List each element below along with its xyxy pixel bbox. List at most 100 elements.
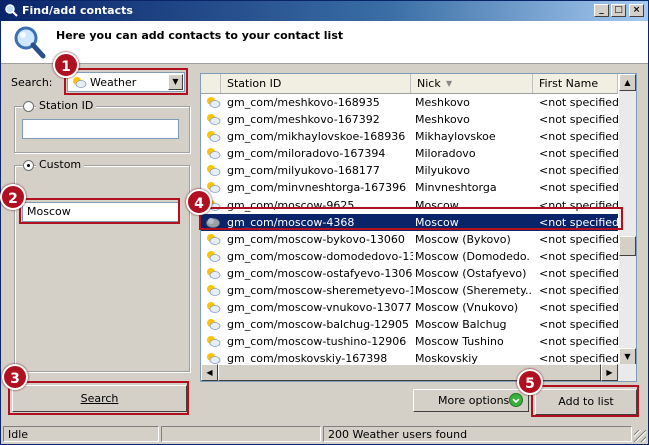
nick-cell: Mikhaylovskoe	[415, 130, 496, 144]
status-state: Idle	[3, 426, 159, 442]
column-icon-header[interactable]	[201, 74, 221, 93]
horizontal-scrollbar[interactable]: ◀ ▶	[201, 364, 636, 381]
list-header: Station ID Nick ▼ First Name	[201, 74, 618, 94]
search-label: Search:	[11, 76, 53, 89]
weather-icon	[205, 163, 221, 177]
list-item[interactable]: gm_com/moscow-balchug-12905 Moscow Balchu…	[201, 316, 619, 333]
first-name-cell: <not specified>	[539, 215, 619, 229]
add-to-list-button[interactable]: Add to list	[535, 389, 637, 415]
nick-cell: Moscow (Bykovo)	[415, 232, 511, 246]
list-item[interactable]: gm_com/meshkovo-167392 Meshkovo <not speci…	[201, 111, 619, 128]
results-list[interactable]: Station ID Nick ▼ First Name gm_com/meshk…	[200, 73, 637, 382]
weather-icon	[205, 95, 221, 109]
custom-search-input[interactable]: Moscow	[22, 202, 179, 222]
scroll-left-button[interactable]: ◀	[201, 364, 218, 381]
column-first-name[interactable]: First Name	[533, 74, 618, 93]
nick-cell: Moscow Tushino	[415, 335, 504, 349]
first-name-cell: <not specified>	[539, 130, 619, 144]
station-id-cell: gm_com/moscow-balchug-12905	[227, 318, 410, 332]
nick-cell: Miloradovo	[415, 147, 476, 161]
list-item[interactable]: gm_com/milyukovo-168177 Milyukovo <not spe…	[201, 162, 619, 179]
column-nick-label: Nick	[417, 77, 441, 90]
first-name-cell: <not specified>	[539, 147, 619, 161]
status-bar: Idle 200 Weather users found	[1, 424, 648, 444]
list-item[interactable]: gm_com/moscow-9625 Moscow <not specified>	[201, 197, 619, 214]
first-name-cell: <not specified>	[539, 284, 619, 298]
station-id-cell: gm_com/moscow-tushino-12906	[227, 335, 407, 349]
weather-icon	[205, 112, 221, 126]
vertical-scrollbar[interactable]: ▲ ▼	[619, 74, 636, 365]
first-name-cell: <not specified>	[539, 113, 619, 127]
list-item[interactable]: gm_com/moscow-domodedovo-13... Moscow (Do…	[201, 248, 619, 265]
station-id-cell: gm_com/moscow-4368	[227, 215, 355, 229]
callout-badge-4: 4	[186, 189, 212, 215]
sort-descending-icon: ▼	[446, 79, 453, 88]
header-banner: Here you can add contacts to your contac…	[1, 21, 648, 64]
more-options-button[interactable]: More options	[413, 389, 529, 412]
first-name-cell: <not specified>	[539, 301, 619, 315]
scroll-right-button[interactable]: ▶	[601, 364, 618, 381]
scroll-thumb[interactable]	[619, 236, 636, 256]
list-item[interactable]: gm_com/meshkovo-168935 Meshkovo <not speci…	[201, 94, 619, 111]
first-name-cell: <not specified>	[539, 335, 619, 349]
station-id-cell: gm_com/moscow-vnukovo-13077	[227, 301, 412, 315]
scroll-up-button[interactable]: ▲	[619, 74, 636, 91]
scroll-down-button[interactable]: ▼	[619, 348, 636, 365]
first-name-cell: <not specified>	[539, 318, 619, 332]
horizontal-scroll-thumb[interactable]	[218, 364, 601, 381]
minimize-button[interactable]: _	[594, 4, 609, 17]
list-item[interactable]: gm_com/moscow-tushino-12906 Moscow Tushin…	[201, 333, 619, 350]
station-id-radio[interactable]	[23, 101, 34, 112]
nick-cell: Minvneshtorga	[415, 181, 497, 195]
protocol-value: Weather	[90, 76, 137, 89]
custom-label: Custom	[36, 158, 85, 171]
first-name-cell: <not specified>	[539, 249, 619, 263]
station-id-label: Station ID	[36, 99, 97, 112]
station-id-cell: gm_com/moscow-ostafyevo-13069	[227, 266, 413, 280]
magnifier-icon	[14, 26, 46, 59]
callout-badge-3: 3	[2, 364, 28, 390]
nick-cell: Moscow (Ostafyevo)	[415, 266, 527, 280]
list-item[interactable]: gm_com/moscow-bykovo-13060 Moscow (Bykovo…	[201, 231, 619, 248]
station-id-cell: gm_com/moscow-9625	[227, 198, 355, 212]
list-rows: gm_com/meshkovo-168935 Meshkovo <not speci…	[201, 94, 619, 368]
station-id-cell: gm_com/milyukovo-168177	[227, 164, 380, 178]
maximize-button[interactable]: □	[611, 4, 626, 17]
nick-cell: Moscow (Sheremety...	[415, 284, 531, 298]
search-icon	[5, 4, 18, 17]
status-middle	[161, 426, 321, 442]
list-item[interactable]: gm_com/minvneshtorga-167396 Minvneshtorga…	[201, 179, 619, 196]
column-nick[interactable]: Nick ▼	[411, 74, 533, 93]
station-id-input[interactable]	[22, 119, 179, 139]
weather-icon	[205, 317, 221, 331]
search-button[interactable]: Search	[12, 385, 187, 412]
first-name-cell: <not specified>	[539, 266, 619, 280]
resize-grip-icon[interactable]	[634, 430, 646, 442]
nick-cell: Moscow	[415, 198, 459, 212]
chevron-down-icon[interactable]: ▼	[168, 74, 183, 90]
weather-icon	[205, 300, 221, 314]
list-item[interactable]: gm_com/moscow-ostafyevo-13069 Moscow (Ost…	[201, 265, 619, 282]
nick-cell: Moscow Balchug	[415, 318, 507, 332]
list-item[interactable]: gm_com/moscow-4368 Moscow <not specified>	[201, 213, 619, 231]
first-name-cell: <not specified>	[539, 181, 619, 195]
more-options-label: More options	[438, 394, 510, 407]
close-button[interactable]: ×	[629, 4, 644, 17]
list-item[interactable]: gm_com/moscow-vnukovo-13077 Moscow (Vnuko…	[201, 299, 619, 316]
first-name-cell: <not specified>	[539, 232, 619, 246]
status-found: 200 Weather users found	[323, 426, 632, 442]
list-item[interactable]: gm_com/moscow-sheremetyevo-1... Moscow (S…	[201, 282, 619, 299]
station-id-cell: gm_com/moscow-sheremetyevo-1...	[227, 284, 413, 298]
callout-badge-2: 2	[0, 184, 26, 210]
protocol-select[interactable]: Weather ▼	[67, 72, 185, 92]
column-station-id[interactable]: Station ID	[221, 74, 411, 93]
list-item[interactable]: gm_com/mikhaylovskoe-168936 Mikhaylovskoe…	[201, 128, 619, 145]
nick-cell: Meshkovo	[415, 113, 470, 127]
station-id-cell: gm_com/meshkovo-168935	[227, 96, 380, 109]
station-id-cell: gm_com/mikhaylovskoe-168936	[227, 130, 406, 144]
weather-icon	[73, 77, 87, 88]
title-bar[interactable]: Find/add contacts _ □ ×	[1, 1, 648, 21]
weather-icon	[205, 334, 221, 348]
custom-radio[interactable]	[23, 160, 34, 171]
list-item[interactable]: gm_com/miloradovo-167394 Miloradovo <not s…	[201, 145, 619, 162]
